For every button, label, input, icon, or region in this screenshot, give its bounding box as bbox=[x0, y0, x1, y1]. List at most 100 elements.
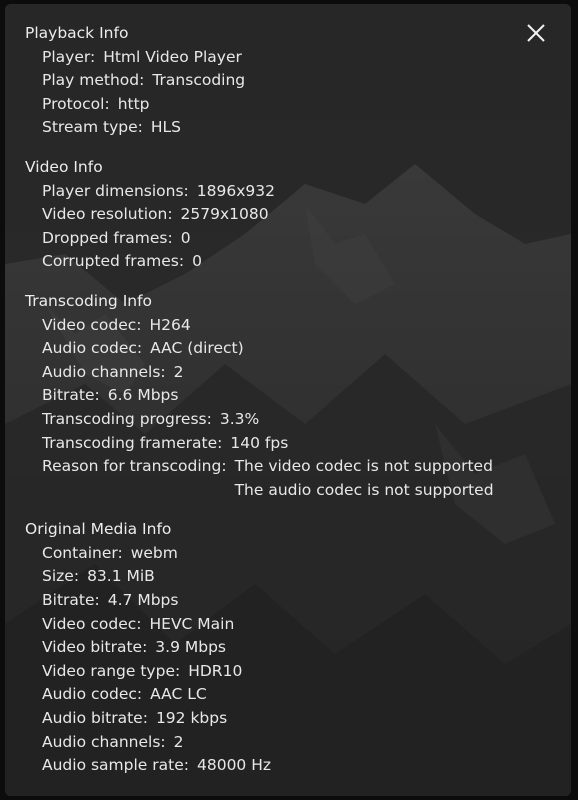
info-label: Player bbox=[42, 46, 95, 70]
info-row: Stream type HLS bbox=[25, 116, 555, 140]
info-row: Audio sample rate 48000 Hz bbox=[25, 754, 555, 778]
info-value-group: http bbox=[118, 93, 150, 117]
info-value: HEVC Main bbox=[149, 614, 235, 633]
info-value: 0 bbox=[192, 252, 202, 271]
info-label: Bitrate bbox=[42, 384, 100, 408]
info-label: Transcoding framerate bbox=[42, 432, 222, 456]
info-label: Transcoding progress bbox=[42, 408, 212, 432]
info-value-group: The video codec is not supported The audi… bbox=[235, 455, 494, 502]
info-value-group: H264 bbox=[150, 314, 191, 338]
info-value-group: 3.9 Mbps bbox=[155, 636, 226, 660]
info-value-group: Transcoding bbox=[152, 69, 245, 93]
info-label: Video bitrate bbox=[42, 636, 147, 660]
info-value-group: 6.6 Mbps bbox=[108, 384, 179, 408]
info-value: HLS bbox=[150, 118, 182, 137]
info-value-group: HDR10 bbox=[188, 660, 242, 684]
info-row: Audio bitrate 192 kbps bbox=[25, 707, 555, 731]
info-value-group: HEVC Main bbox=[150, 613, 235, 637]
info-value: webm bbox=[130, 543, 178, 562]
info-label: Container bbox=[42, 542, 123, 566]
info-label: Audio bitrate bbox=[42, 707, 148, 731]
info-label: Size bbox=[42, 565, 79, 589]
info-label: Audio sample rate bbox=[42, 754, 189, 778]
info-value: 2 bbox=[173, 362, 184, 381]
info-value-group: 192 kbps bbox=[156, 707, 227, 731]
close-icon[interactable] bbox=[525, 22, 547, 44]
info-label: Video codec bbox=[42, 613, 142, 637]
info-value: Transcoding bbox=[152, 71, 246, 90]
info-value-group: webm bbox=[131, 542, 178, 566]
info-value: 1896x932 bbox=[196, 181, 275, 200]
info-value-group: AAC (direct) bbox=[150, 337, 244, 361]
info-row: Video codec HEVC Main bbox=[25, 613, 555, 637]
info-label: Audio channels bbox=[42, 361, 166, 385]
info-label: Stream type bbox=[42, 116, 143, 140]
info-label: Bitrate bbox=[42, 589, 100, 613]
info-value: 3.3% bbox=[219, 409, 260, 428]
info-label: Reason for transcoding bbox=[42, 455, 227, 502]
info-row: Video bitrate 3.9 Mbps bbox=[25, 636, 555, 660]
info-label: Video codec bbox=[42, 314, 142, 338]
section-title: Video Info bbox=[25, 157, 103, 176]
section-title: Original Media Info bbox=[25, 520, 172, 539]
info-value: 3.9 Mbps bbox=[155, 638, 227, 657]
info-label: Video resolution bbox=[42, 203, 173, 227]
info-label: Video range type bbox=[42, 660, 180, 684]
info-value: 192 kbps bbox=[155, 709, 228, 728]
info-row: Video range type HDR10 bbox=[25, 660, 555, 684]
info-label: Audio codec bbox=[42, 683, 142, 707]
section-title: Transcoding Info bbox=[25, 291, 153, 310]
info-value: 2 bbox=[173, 732, 184, 751]
info-label: Audio codec bbox=[42, 337, 142, 361]
info-row: Corrupted frames 0 bbox=[25, 250, 555, 274]
info-value: 83.1 MiB bbox=[87, 567, 155, 586]
info-value: 140 fps bbox=[230, 433, 289, 452]
info-value-group: 83.1 MiB bbox=[87, 565, 155, 589]
info-value: 2579x1080 bbox=[180, 205, 269, 224]
info-value: http bbox=[117, 94, 150, 113]
info-value-group: 2 bbox=[174, 731, 184, 755]
info-value: The video codec is not supported bbox=[234, 457, 493, 476]
info-row: Dropped frames 0 bbox=[25, 227, 555, 251]
video-backdrop: Playback Info Player Html Video Player Play… bbox=[0, 0, 578, 800]
info-section: Original Media Info Container webm Size 83.1… bbox=[25, 518, 555, 778]
info-section: Playback Info Player Html Video Player Play… bbox=[25, 22, 555, 140]
info-row: Size 83.1 MiB bbox=[25, 565, 555, 589]
info-value-group: HLS bbox=[151, 116, 181, 140]
info-row: Video codec H264 bbox=[25, 314, 555, 338]
info-value: 0 bbox=[180, 228, 191, 247]
info-value-group: Html Video Player bbox=[103, 46, 242, 70]
info-value-group: 48000 Hz bbox=[197, 754, 271, 778]
info-value-group: 3.3% bbox=[220, 408, 259, 432]
section-title: Playback Info bbox=[25, 24, 129, 42]
info-value: Html Video Player bbox=[103, 47, 242, 66]
info-value: 48000 Hz bbox=[196, 756, 272, 775]
info-label: Audio channels bbox=[42, 731, 166, 755]
info-label: Corrupted frames bbox=[42, 250, 184, 274]
info-value-group: 4.7 Mbps bbox=[108, 589, 179, 613]
info-label: Player dimensions bbox=[42, 180, 189, 204]
info-row: Transcoding framerate 140 fps bbox=[25, 432, 555, 456]
info-value-group: 2579x1080 bbox=[181, 203, 269, 227]
info-value: HDR10 bbox=[188, 661, 243, 680]
info-value: AAC (direct) bbox=[150, 339, 244, 358]
info-value: The audio codec is not supported bbox=[234, 480, 494, 499]
info-value: AAC LC bbox=[150, 685, 207, 704]
info-row: Reason for transcodingThe video codec is… bbox=[25, 455, 555, 502]
info-value-group: 140 fps bbox=[230, 432, 288, 456]
info-value-group: AAC LC bbox=[150, 683, 207, 707]
info-label: Play method bbox=[42, 69, 144, 93]
info-row: Protocol http bbox=[25, 93, 555, 117]
info-row: Video resolution 2579x1080 bbox=[25, 203, 555, 227]
playback-info-content: Playback Info Player Html Video Player Play… bbox=[25, 22, 555, 794]
info-value: H264 bbox=[149, 315, 191, 334]
info-label: Dropped frames bbox=[42, 227, 173, 251]
info-label: Protocol bbox=[42, 93, 110, 117]
info-value-group: 0 bbox=[181, 227, 191, 251]
info-row: Play method Transcoding bbox=[25, 69, 555, 93]
playback-info-dialog: Playback Info Player Html Video Player Play… bbox=[5, 4, 571, 796]
info-row: Player dimensions 1896x932 bbox=[25, 180, 555, 204]
info-value: 6.6 Mbps bbox=[107, 386, 179, 405]
info-row: Container webm bbox=[25, 542, 555, 566]
info-section: Transcoding Info Video codec H264 Audio cod… bbox=[25, 290, 555, 502]
